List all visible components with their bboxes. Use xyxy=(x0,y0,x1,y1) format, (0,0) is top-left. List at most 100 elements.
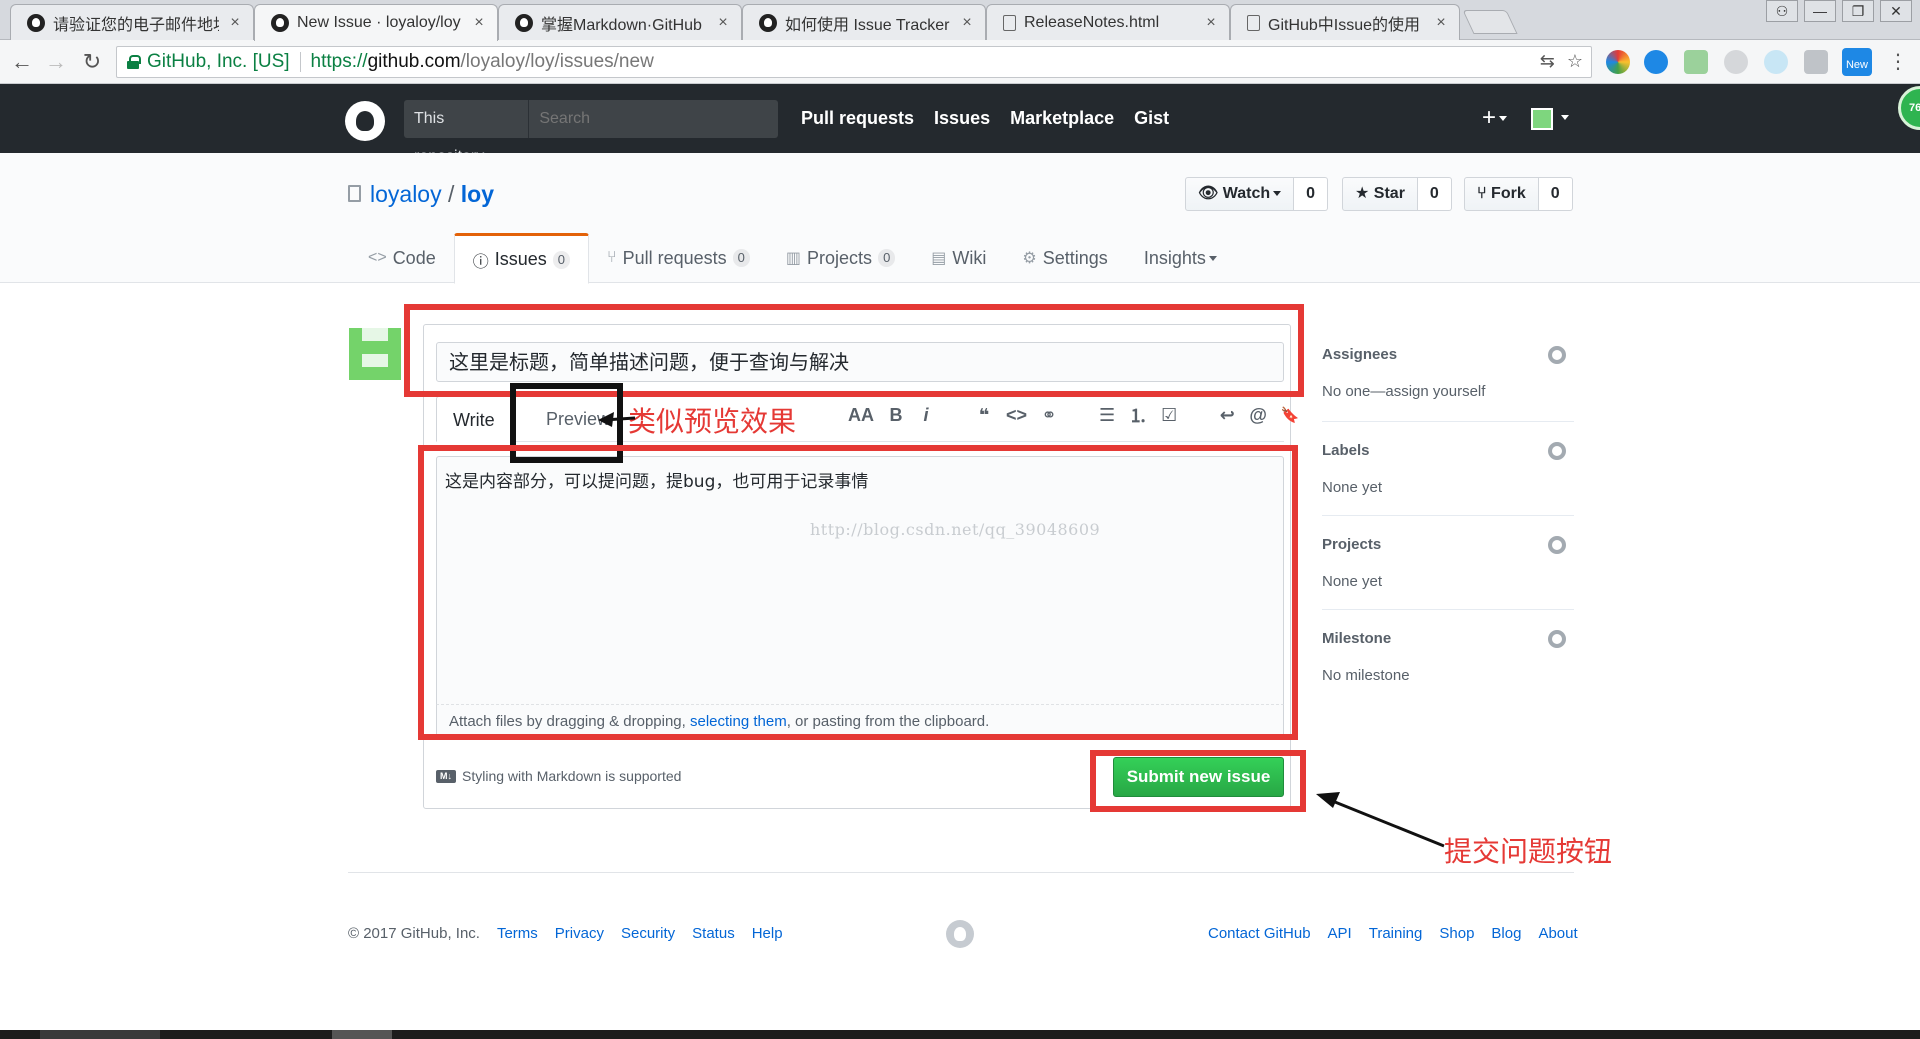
browser-tab[interactable]: 请验证您的电子邮件地址 × xyxy=(10,4,254,40)
reply-icon[interactable]: ↩ xyxy=(1219,405,1235,426)
ordered-list-icon[interactable]: ⒈ xyxy=(1129,402,1147,428)
gear-icon[interactable] xyxy=(1548,536,1566,554)
search-input[interactable] xyxy=(529,110,778,128)
user-avatar[interactable] xyxy=(349,328,401,380)
close-icon[interactable]: × xyxy=(715,14,731,32)
gear-icon[interactable] xyxy=(1548,346,1566,364)
new-badge-extension-icon[interactable]: New xyxy=(1842,48,1872,76)
fork-button[interactable]: ⑂ Fork xyxy=(1464,177,1539,211)
color-picker-extension-icon[interactable] xyxy=(1606,50,1630,74)
translate-icon[interactable]: ⇆ xyxy=(1540,51,1555,72)
url-host: github.com xyxy=(367,51,461,72)
tab-wiki[interactable]: ▤ Wiki xyxy=(913,233,1004,283)
italic-icon[interactable]: i xyxy=(918,405,934,426)
fork-count[interactable]: 0 xyxy=(1538,177,1573,211)
sidebar-assignees[interactable]: Assignees No one—assign yourself xyxy=(1322,346,1574,422)
tab-code[interactable]: <> Code xyxy=(350,233,454,283)
footer-divider xyxy=(348,872,1574,873)
forward-arrow-icon[interactable]: → xyxy=(42,48,70,76)
footer-link-help[interactable]: Help xyxy=(752,925,783,942)
nav-pull-requests[interactable]: Pull requests xyxy=(801,108,914,129)
scope-label[interactable]: This repository xyxy=(404,100,530,165)
user-icon[interactable]: ⚇ xyxy=(1766,0,1798,22)
close-window-button[interactable]: ✕ xyxy=(1880,0,1912,22)
watch-button[interactable]: 👁 Watch xyxy=(1185,177,1295,211)
address-bar[interactable]: GitHub, Inc. [US] https:// github.com /l… xyxy=(116,46,1592,78)
browser-tab[interactable]: 如何使用 Issue Tracker × xyxy=(742,4,986,40)
nav-marketplace[interactable]: Marketplace xyxy=(1010,108,1114,129)
browser-tab[interactable]: GitHub中Issue的使用 - × xyxy=(1230,4,1460,40)
repo-header: loyaloy / loy 👁 Watch 0 ★ Star 0 ⑂ Fork … xyxy=(0,153,1920,284)
close-icon[interactable]: × xyxy=(959,14,975,32)
tab-settings[interactable]: ⚙ Settings xyxy=(1004,233,1125,283)
sidebar-labels[interactable]: Labels None yet xyxy=(1322,442,1574,516)
ev-certificate-label[interactable]: GitHub, Inc. [US] xyxy=(147,51,290,73)
header-text-icon[interactable]: AA xyxy=(848,405,874,426)
bookmark-icon[interactable]: 🔖 xyxy=(1281,406,1300,424)
footer-link-security[interactable]: Security xyxy=(621,925,675,942)
code-icon[interactable]: <> xyxy=(1006,405,1027,426)
repo-owner-link[interactable]: loyaloy xyxy=(370,181,442,207)
footer-link-privacy[interactable]: Privacy xyxy=(555,925,604,942)
star-button[interactable]: ★ Star xyxy=(1342,177,1418,211)
footer-link-api[interactable]: API xyxy=(1328,925,1352,942)
bookmark-star-icon[interactable]: ☆ xyxy=(1567,51,1583,72)
tab-issues[interactable]: ⓘ Issues 0 xyxy=(453,233,589,284)
eyedropper-extension-icon[interactable] xyxy=(1684,50,1708,74)
markdown-help[interactable]: M↓ Styling with Markdown is supported xyxy=(436,768,681,784)
close-icon[interactable]: × xyxy=(227,14,243,32)
github-logo-icon[interactable] xyxy=(946,920,974,948)
reload-icon[interactable]: ↻ xyxy=(78,48,106,76)
footer-link-about[interactable]: About xyxy=(1538,925,1577,942)
minimize-button[interactable]: — xyxy=(1804,0,1836,22)
unordered-list-icon[interactable]: ☰ xyxy=(1099,405,1115,426)
close-icon[interactable]: × xyxy=(1433,14,1449,32)
github-logo-icon[interactable] xyxy=(345,101,385,141)
repo-name-link[interactable]: loy xyxy=(461,181,494,207)
task-list-icon[interactable]: ☑ xyxy=(1161,405,1177,426)
avatar[interactable] xyxy=(1531,108,1553,130)
sidebar-title: Labels xyxy=(1322,442,1370,459)
create-new-menu[interactable]: + xyxy=(1482,104,1508,132)
nav-gist[interactable]: Gist xyxy=(1134,108,1169,129)
quote-icon[interactable]: ❝ xyxy=(976,405,992,426)
gear-icon[interactable] xyxy=(1548,630,1566,648)
tab-pull-requests[interactable]: ⑂ Pull requests 0 xyxy=(589,233,768,283)
folder-extension-icon[interactable] xyxy=(1804,50,1828,74)
mention-icon[interactable]: @ xyxy=(1249,405,1267,426)
close-icon[interactable]: × xyxy=(1203,14,1219,32)
restore-button[interactable]: ❐ xyxy=(1842,0,1874,22)
sidebar-milestone[interactable]: Milestone No milestone xyxy=(1322,630,1574,686)
chevron-down-icon[interactable] xyxy=(1561,115,1569,120)
browser-tab[interactable]: ReleaseNotes.html × xyxy=(986,4,1230,40)
footer-link-terms[interactable]: Terms xyxy=(497,925,538,942)
back-arrow-icon[interactable]: ← xyxy=(8,48,36,76)
link-icon[interactable]: ⚭ xyxy=(1041,405,1057,426)
checkmark-extension-icon[interactable] xyxy=(1644,50,1668,74)
taskbar-item[interactable] xyxy=(40,1030,160,1039)
footer-link-blog[interactable]: Blog xyxy=(1491,925,1521,942)
taskbar-item[interactable] xyxy=(332,1030,392,1039)
sidebar-projects[interactable]: Projects None yet xyxy=(1322,536,1574,610)
watch-count[interactable]: 0 xyxy=(1294,177,1329,211)
cloud-extension-icon[interactable] xyxy=(1764,50,1788,74)
tab-insights[interactable]: Insights xyxy=(1126,233,1235,283)
browser-tab[interactable]: 掌握Markdown·GitHub × xyxy=(498,4,742,40)
divider xyxy=(299,52,301,72)
new-tab-button[interactable] xyxy=(1462,10,1518,34)
tab-projects[interactable]: ▥ Projects 0 xyxy=(768,233,913,283)
menu-icon[interactable]: ⋮ xyxy=(1884,48,1912,76)
assign-yourself-link[interactable]: No one—assign yourself xyxy=(1322,383,1574,400)
footer-link-shop[interactable]: Shop xyxy=(1439,925,1474,942)
gear-icon[interactable] xyxy=(1548,442,1566,460)
star-count[interactable]: 0 xyxy=(1417,177,1452,211)
nav-issues[interactable]: Issues xyxy=(934,108,990,129)
bold-icon[interactable]: B xyxy=(888,405,904,426)
tab-write[interactable]: Write xyxy=(436,396,512,442)
footer-link-training[interactable]: Training xyxy=(1369,925,1423,942)
footer-link-status[interactable]: Status xyxy=(692,925,735,942)
close-icon[interactable]: × xyxy=(471,14,487,32)
footer-link-contact[interactable]: Contact GitHub xyxy=(1208,925,1311,942)
search-extension-icon[interactable] xyxy=(1724,50,1748,74)
browser-tab-active[interactable]: New Issue · loyaloy/loy × xyxy=(254,4,498,41)
